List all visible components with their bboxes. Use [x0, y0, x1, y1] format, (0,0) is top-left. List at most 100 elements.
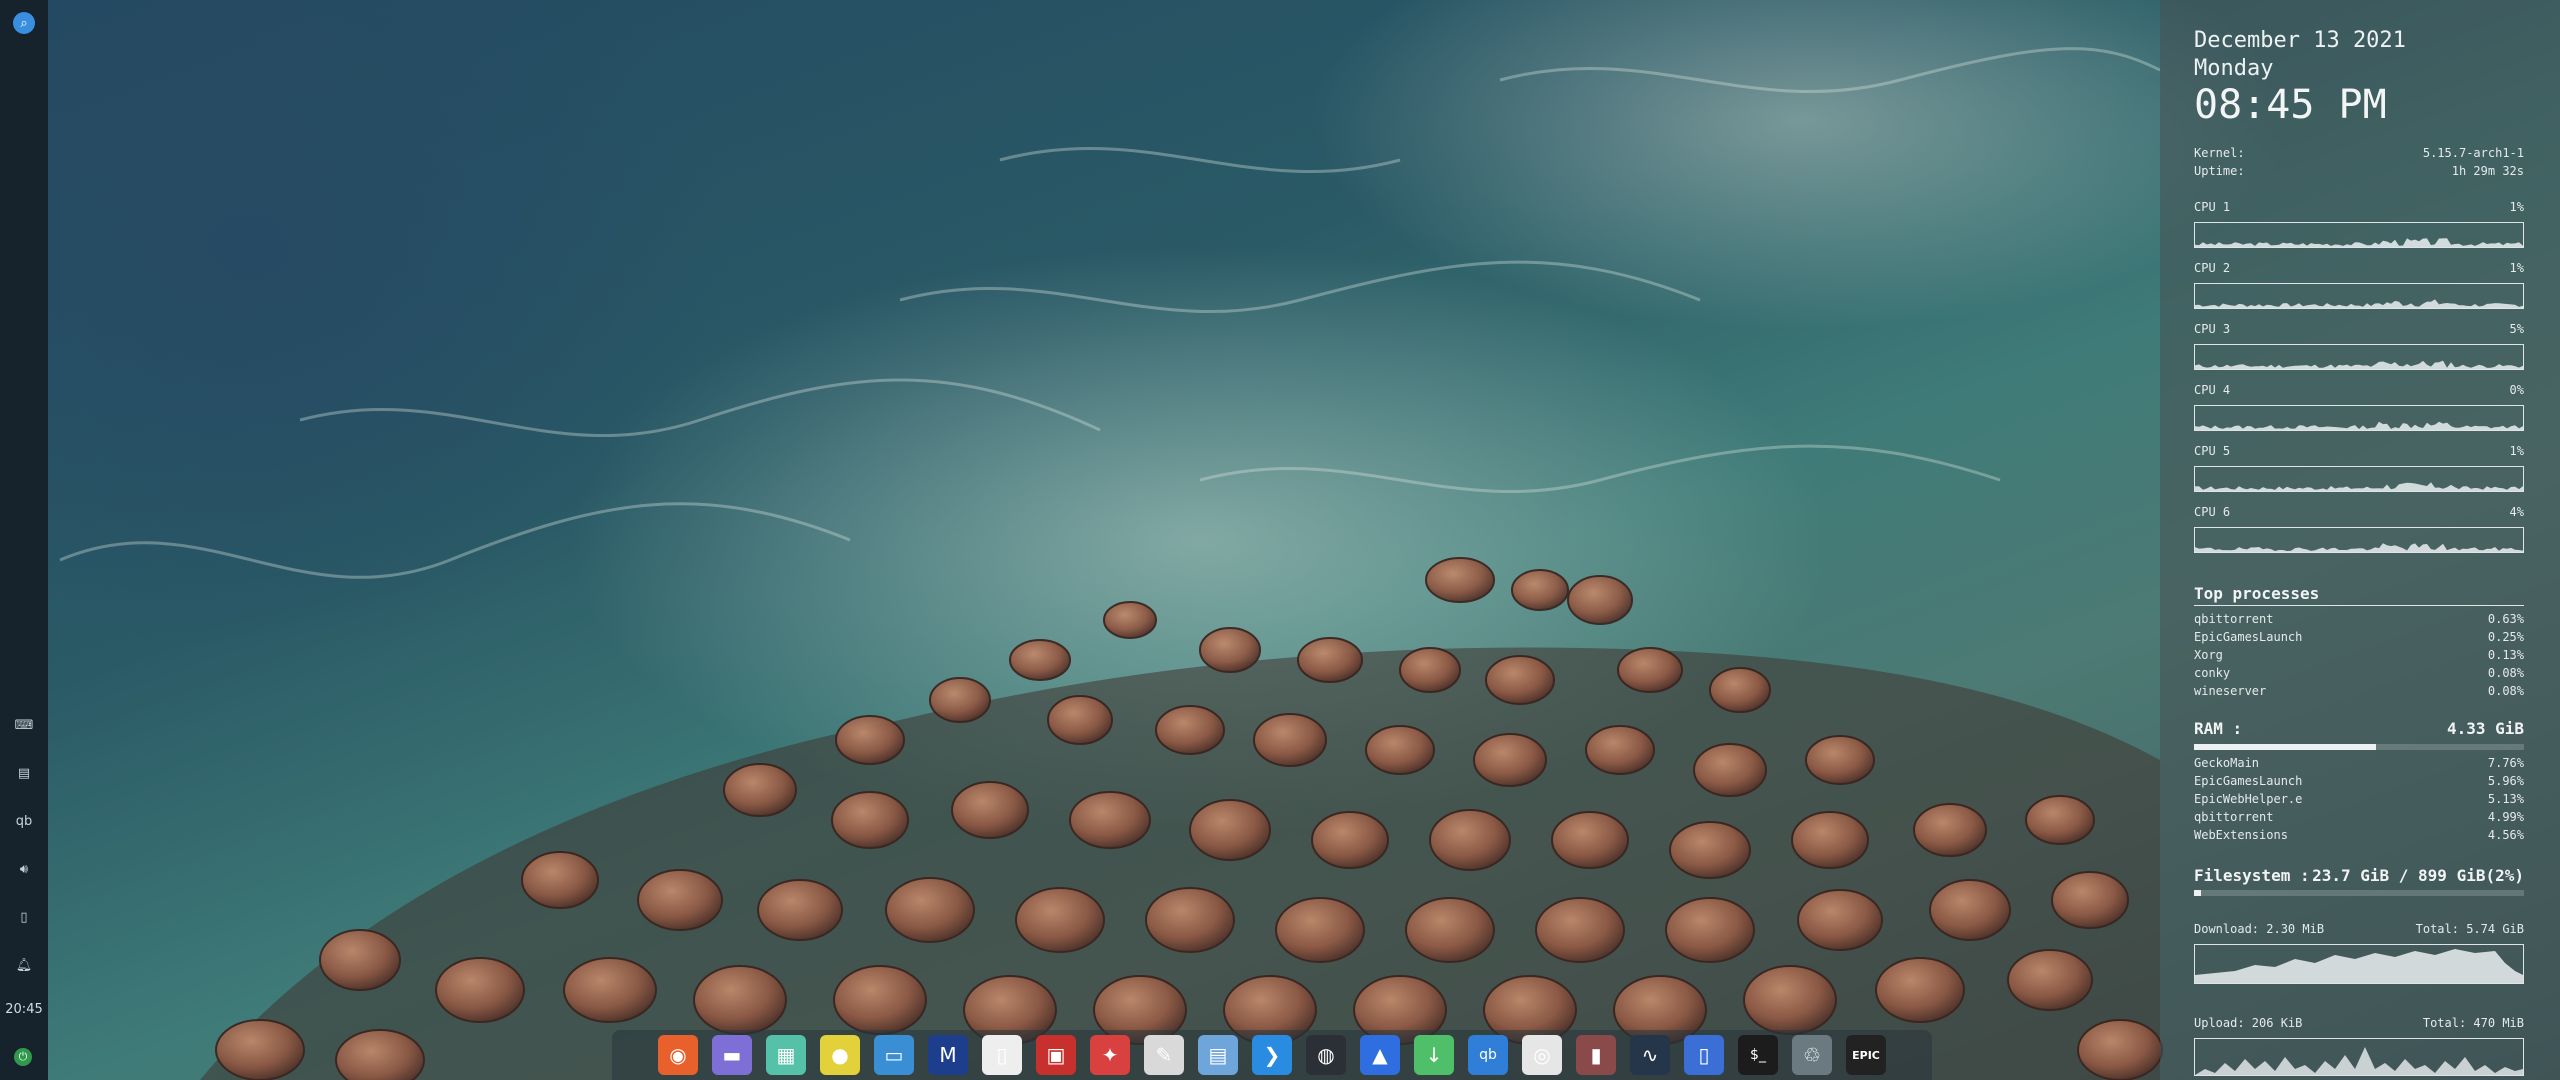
divider: [2194, 605, 2524, 606]
download-label: Download: 2.30 MiB: [2194, 922, 2325, 936]
notification-icon[interactable]: 🔔︎: [14, 955, 34, 975]
search-icon[interactable]: ⌕: [13, 12, 35, 34]
cpu-value: 1%: [2509, 444, 2524, 458]
process-name: EpicGamesLaunch: [2194, 630, 2303, 644]
process-name: conky: [2194, 666, 2231, 680]
download-total: Total: 5.74 GiB: [2415, 922, 2524, 936]
terminal-icon[interactable]: $_: [1738, 1035, 1778, 1075]
process-name: EpicWebHelper.e: [2194, 792, 2303, 806]
system-monitor-icon[interactable]: ∿: [1630, 1035, 1670, 1075]
uptime-label: Uptime:: [2194, 164, 2245, 178]
process-name: WebExtensions: [2194, 828, 2288, 842]
dock-glyph: M: [939, 1043, 957, 1067]
dock-glyph: ∿: [1641, 1043, 1659, 1067]
cpu-row: CPU 6 4%: [2194, 505, 2524, 519]
process-value: 5.13%: [2487, 792, 2524, 806]
text-editor-icon[interactable]: ✎: [1144, 1035, 1184, 1075]
dock-glyph: ▬: [722, 1043, 742, 1067]
keyboard-icon[interactable]: ⌨: [14, 715, 34, 735]
cpu-label: CPU 4: [2194, 383, 2231, 397]
panel-clock[interactable]: 20:45: [0, 1002, 48, 1017]
cpu-value: 0%: [2509, 383, 2524, 397]
filesystem-bar-fill: [2194, 890, 2201, 896]
qbittorrent-icon[interactable]: qb: [14, 811, 34, 831]
process-row: wineserver 0.08%: [2194, 684, 2524, 698]
process-row: qbittorrent 0.63%: [2194, 612, 2524, 626]
system-tray: ⌨ ▤ qb 🔊︎ ▯ 🔔︎: [0, 715, 48, 975]
cpu-row: CPU 3 5%: [2194, 322, 2524, 336]
process-row: qbittorrent 4.99%: [2194, 810, 2524, 824]
dock-glyph: EPIC: [1852, 1048, 1880, 1062]
cpu-value: 1%: [2509, 261, 2524, 275]
steam-icon[interactable]: ◍: [1306, 1035, 1346, 1075]
process-value: 0.63%: [2487, 612, 2524, 626]
epic-games-icon[interactable]: EPIC: [1846, 1035, 1886, 1075]
disc-icon[interactable]: ●: [820, 1035, 860, 1075]
writer-icon[interactable]: ▯: [1684, 1035, 1724, 1075]
process-name: EpicGamesLaunch: [2194, 774, 2303, 788]
top-processes-label: Top processes: [2194, 584, 2320, 603]
files-icon[interactable]: ▬: [712, 1035, 752, 1075]
process-name: wineserver: [2194, 684, 2267, 698]
conky-date: December 13 2021: [2194, 28, 2406, 53]
dock-glyph: ◉: [669, 1043, 687, 1067]
cpu-graph: [2194, 283, 2524, 309]
screenshot-icon[interactable]: ▭: [874, 1035, 914, 1075]
ram-label: RAM :: [2194, 719, 2243, 738]
firefox-icon[interactable]: ◉: [658, 1035, 698, 1075]
dock-glyph: ▮: [1590, 1043, 1602, 1067]
upload-row: Upload: 206 KiB Total: 470 MiB: [2194, 1016, 2524, 1030]
pdf-icon[interactable]: ✦: [1090, 1035, 1130, 1075]
disk-burner-icon[interactable]: ◎: [1522, 1035, 1562, 1075]
mail-icon[interactable]: M: [928, 1035, 968, 1075]
ebook-icon[interactable]: ▣: [1036, 1035, 1076, 1075]
conky-time: 08:45 PM: [2194, 82, 2387, 128]
dock-glyph: ▯: [1698, 1043, 1710, 1067]
top-processes-title: Top processes: [2194, 584, 2524, 603]
upload-graph: [2194, 1038, 2524, 1076]
cpu-graph: [2194, 344, 2524, 370]
process-value: 0.25%: [2487, 630, 2524, 644]
cpu-graph: [2194, 222, 2524, 248]
store-icon[interactable]: ▲: [1360, 1035, 1400, 1075]
dock-glyph: ◎: [1533, 1043, 1551, 1067]
qbittorrent-icon[interactable]: qb: [1468, 1035, 1508, 1075]
cpu-graph: [2194, 527, 2524, 553]
download-icon[interactable]: ↓: [1414, 1035, 1454, 1075]
left-panel: ⌕ ⌨ ▤ qb 🔊︎ ▯ 🔔︎ 20:45 ⏻: [0, 0, 48, 1080]
vscode-icon[interactable]: ❯: [1252, 1035, 1292, 1075]
process-row: conky 0.08%: [2194, 666, 2524, 680]
dock: ◉ ▬ ▦ ● ▭ M ▯ ▣ ✦ ✎ ▤ ❯ ◍ ▲ ↓ qb ◎ ▮ ∿ ▯ $_ ♲ EPIC: [612, 1030, 1932, 1080]
dock-glyph: ▯: [996, 1043, 1008, 1067]
process-row: Xorg 0.13%: [2194, 648, 2524, 662]
battery-icon[interactable]: ▯: [14, 907, 34, 927]
dock-glyph: ▦: [776, 1043, 796, 1067]
process-row: EpicGamesLaunch 5.96%: [2194, 774, 2524, 788]
process-name: GeckoMain: [2194, 756, 2260, 770]
process-row: WebExtensions 4.56%: [2194, 828, 2524, 842]
dock-glyph: ●: [831, 1043, 849, 1067]
process-value: 0.08%: [2487, 684, 2524, 698]
ram-bar: [2194, 744, 2524, 750]
process-value: 5.96%: [2487, 774, 2524, 788]
cpu-row: CPU 2 1%: [2194, 261, 2524, 275]
dock-glyph: ▭: [884, 1043, 904, 1067]
cpu-row: CPU 1 1%: [2194, 200, 2524, 214]
process-row: EpicWebHelper.e 5.13%: [2194, 792, 2524, 806]
cpu-value: 1%: [2509, 200, 2524, 214]
volume-icon[interactable]: 🔊︎: [14, 859, 34, 879]
document-icon[interactable]: ▯: [982, 1035, 1022, 1075]
window-icon[interactable]: ▤: [1198, 1035, 1238, 1075]
dock-glyph: ❯: [1263, 1043, 1281, 1067]
trash-icon[interactable]: ♲: [1792, 1035, 1832, 1075]
dock-glyph: ↓: [1425, 1043, 1443, 1067]
ram-bar-fill: [2194, 744, 2376, 750]
clipboard-icon[interactable]: ▤: [14, 763, 34, 783]
download-row: Download: 2.30 MiB Total: 5.74 GiB: [2194, 922, 2524, 936]
thermometer-icon[interactable]: ▮: [1576, 1035, 1616, 1075]
process-value: 7.76%: [2487, 756, 2524, 770]
video-editor-icon[interactable]: ▦: [766, 1035, 806, 1075]
process-row: EpicGamesLaunch 0.25%: [2194, 630, 2524, 644]
dock-glyph: ◍: [1317, 1043, 1335, 1067]
power-icon[interactable]: ⏻: [14, 1048, 32, 1066]
